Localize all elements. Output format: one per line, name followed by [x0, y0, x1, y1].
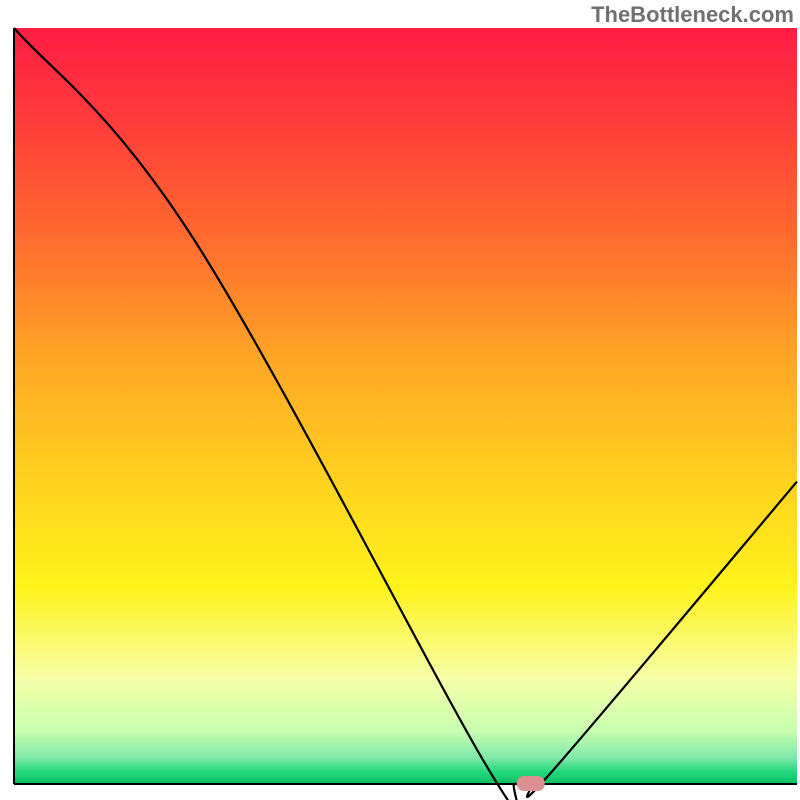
gradient-background [14, 28, 797, 784]
bottleneck-chart: TheBottleneck.com [0, 0, 800, 800]
optimal-marker [517, 776, 545, 791]
chart-svg [0, 0, 800, 800]
watermark-text: TheBottleneck.com [591, 2, 794, 28]
